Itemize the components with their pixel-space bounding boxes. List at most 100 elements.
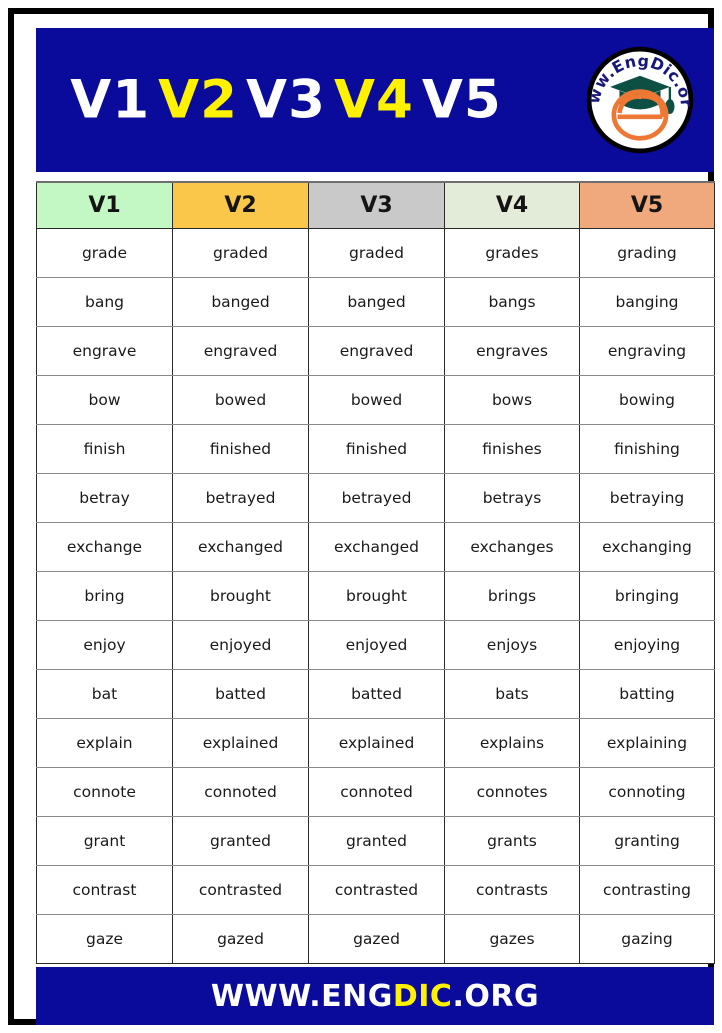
table-cell-v1: contrast — [36, 864, 173, 915]
page-title-part-v1: V1 — [70, 69, 151, 131]
table-row: connote connoted connoted connotes connoting — [36, 766, 715, 817]
table-cell-v4: brings — [444, 570, 580, 621]
table-cell-v5: engraving — [579, 325, 715, 376]
table-cell-v3: exchanged — [308, 521, 445, 572]
table-cell-v5: explaining — [579, 717, 715, 768]
table-cell-v4: engraves — [444, 325, 580, 376]
table-cell-v3: connoted — [308, 766, 445, 817]
table-cell-v1: gaze — [36, 913, 173, 964]
footer-banner: WWW.ENGDIC.ORG — [36, 967, 714, 1025]
table-cell-v5: finishing — [579, 423, 715, 474]
page-title-part-v5: V5 — [421, 69, 502, 131]
table-cell-v2: brought — [172, 570, 309, 621]
table-cell-v5: exchanging — [579, 521, 715, 572]
table-cell-v3: banged — [308, 276, 445, 327]
verb-forms-table-wrapper: V1 V2 V3 V4 V5 grade graded graded grades gradin… — [36, 181, 715, 964]
table-cell-v3: graded — [308, 227, 445, 278]
table-header-v3: V3 — [308, 181, 445, 229]
table-cell-v4: contrasts — [444, 864, 580, 915]
table-cell-v5: bowing — [579, 374, 715, 425]
footer-website-label: WWW.ENGDIC.ORG — [211, 979, 539, 1014]
table-cell-v3: finished — [308, 423, 445, 474]
table-cell-v2: exchanged — [172, 521, 309, 572]
table-header-v4: V4 — [444, 181, 580, 229]
page-title-part-v2: V2 — [158, 69, 239, 131]
table-cell-v1: betray — [36, 472, 173, 523]
table-row: grant granted granted grants granting — [36, 815, 715, 866]
poster-black-frame: V1V2V3V4V5 www.EngDic.org — [8, 8, 715, 1025]
table-cell-v2: granted — [172, 815, 309, 866]
table-cell-v2: bowed — [172, 374, 309, 425]
table-row: finish finished finished finishes finishing — [36, 423, 715, 474]
poster-page: V1V2V3V4V5 www.EngDic.org — [0, 0, 722, 1033]
table-cell-v3: contrasted — [308, 864, 445, 915]
table-cell-v4: connotes — [444, 766, 580, 817]
table-cell-v5: contrasting — [579, 864, 715, 915]
table-cell-v2: banged — [172, 276, 309, 327]
table-cell-v4: enjoys — [444, 619, 580, 670]
table-cell-v5: gazing — [579, 913, 715, 964]
table-cell-v4: bats — [444, 668, 580, 719]
table-cell-v3: engraved — [308, 325, 445, 376]
table-cell-v1: bang — [36, 276, 173, 327]
table-row: grade graded graded grades grading — [36, 227, 715, 278]
table-cell-v5: granting — [579, 815, 715, 866]
table-cell-v2: explained — [172, 717, 309, 768]
table-cell-v4: gazes — [444, 913, 580, 964]
table-cell-v2: gazed — [172, 913, 309, 964]
footer-text-part: WWW.ENG — [210, 978, 393, 1014]
table-header-row: V1 V2 V3 V4 V5 — [36, 181, 715, 229]
table-cell-v4: betrays — [444, 472, 580, 523]
table-cell-v4: bangs — [444, 276, 580, 327]
table-cell-v3: betrayed — [308, 472, 445, 523]
table-cell-v5: enjoying — [579, 619, 715, 670]
table-header-v2: V2 — [172, 181, 309, 229]
verb-forms-table: V1 V2 V3 V4 V5 grade graded graded grades gradin… — [36, 181, 715, 964]
table-body: grade graded graded grades grading bang banged… — [36, 227, 715, 964]
table-row: engrave engraved engraved engraves engraving — [36, 325, 715, 376]
table-cell-v5: grading — [579, 227, 715, 278]
table-row: exchange exchanged exchanged exchanges excha… — [36, 521, 715, 572]
table-row: contrast contrasted contrasted contrasts con… — [36, 864, 715, 915]
table-row: bow bowed bowed bows bowing — [36, 374, 715, 425]
table-cell-v4: explains — [444, 717, 580, 768]
table-cell-v3: brought — [308, 570, 445, 621]
table-cell-v2: batted — [172, 668, 309, 719]
table-cell-v3: granted — [308, 815, 445, 866]
table-row: explain explained explained explains explain… — [36, 717, 715, 768]
table-cell-v2: betrayed — [172, 472, 309, 523]
table-cell-v2: finished — [172, 423, 309, 474]
table-cell-v3: batted — [308, 668, 445, 719]
table-cell-v2: graded — [172, 227, 309, 278]
table-header-v5: V5 — [579, 181, 715, 229]
table-row: gaze gazed gazed gazes gazing — [36, 913, 715, 964]
table-row: enjoy enjoyed enjoyed enjoys enjoying — [36, 619, 715, 670]
table-cell-v1: exchange — [36, 521, 173, 572]
footer-text-part: .ORG — [452, 978, 540, 1014]
table-cell-v4: exchanges — [444, 521, 580, 572]
table-cell-v5: batting — [579, 668, 715, 719]
table-cell-v4: bows — [444, 374, 580, 425]
table-cell-v3: bowed — [308, 374, 445, 425]
footer-text-part: DIC — [392, 978, 453, 1014]
table-cell-v1: bring — [36, 570, 173, 621]
table-cell-v4: grants — [444, 815, 580, 866]
table-cell-v2: contrasted — [172, 864, 309, 915]
table-cell-v1: grant — [36, 815, 173, 866]
page-title: V1 V2 V3 V4 V5 — [36, 74, 536, 127]
table-cell-v3: explained — [308, 717, 445, 768]
table-cell-v2: connoted — [172, 766, 309, 817]
table-cell-v5: connoting — [579, 766, 715, 817]
table-cell-v5: banging — [579, 276, 715, 327]
table-cell-v4: grades — [444, 227, 580, 278]
table-cell-v1: finish — [36, 423, 173, 474]
table-cell-v3: gazed — [308, 913, 445, 964]
page-title-part-v4: V4 — [333, 69, 414, 131]
header-banner: V1V2V3V4V5 www.EngDic.org — [36, 28, 714, 172]
table-cell-v3: enjoyed — [308, 619, 445, 670]
table-cell-v1: bat — [36, 668, 173, 719]
engdic-logo-icon: www.EngDic.org — [584, 44, 696, 154]
table-cell-v1: engrave — [36, 325, 173, 376]
page-title-part-v3: V3 — [246, 69, 326, 131]
table-cell-v2: enjoyed — [172, 619, 309, 670]
